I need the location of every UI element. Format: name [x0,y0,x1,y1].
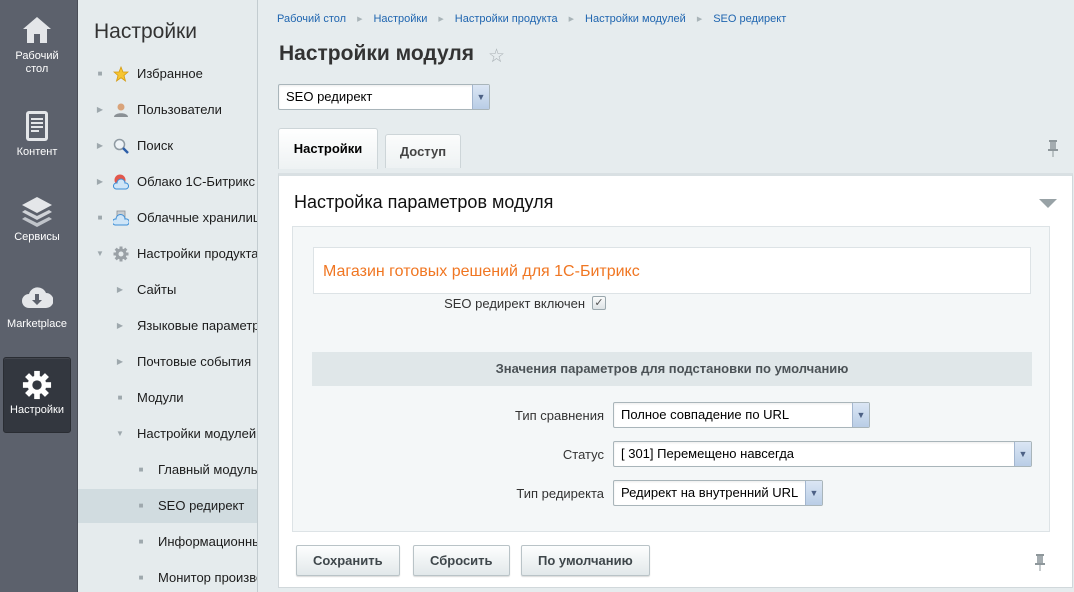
promo-box: Магазин готовых решений для 1С-Битрикс [313,247,1031,294]
panel-title: Настройка параметров модуля [294,192,554,212]
default-button[interactable]: По умолчанию [521,545,650,576]
breadcrumb-separator-icon: ▶ [568,16,575,23]
module-select[interactable]: SEO редирект ▼ [278,84,490,110]
marketplace-promo-link[interactable]: Магазин готовых решений для 1С-Битрикс [323,263,640,281]
reset-button[interactable]: Сбросить [413,545,510,576]
collapse-arrow-icon[interactable]: ▼ [95,237,105,271]
bullet-marker: ■ [138,573,144,582]
menu-desktop[interactable]: Рабочий стол [3,14,71,76]
page-title: Настройки модуля [279,42,475,65]
breadcrumb-current[interactable]: SEO редирект [713,13,786,25]
sidebar-item-mail-events[interactable]: ▶ Почтовые события [78,345,257,379]
pin-icon[interactable] [1033,553,1047,571]
sidebar-item-product-settings[interactable]: ▼ Настройки продукта [78,237,257,271]
sidebar-item-sites[interactable]: ▶ Сайты [78,273,257,307]
search-icon [113,138,129,154]
breadcrumb-link[interactable]: Рабочий стол [277,13,346,25]
sidebar-item-users[interactable]: ▶ Пользователи [78,93,257,127]
main-content: Рабочий стол ▶ Настройки ▶ Настройки продукт… [259,0,1074,592]
sidebar-item-infoblocks[interactable]: ■ Информационные блоки [78,525,257,559]
layers-icon [22,197,52,227]
compare-type-label: Тип сравнения [514,408,604,423]
breadcrumb-link[interactable]: Настройки продукта [455,13,558,25]
sidebar-item-perf-monitor[interactable]: ■ Монитор производительности [78,561,257,592]
save-button[interactable]: Сохранить [296,545,400,576]
menu-services[interactable]: Сервисы [3,195,71,244]
chevron-down-icon: ▼ [472,85,489,109]
breadcrumb-link[interactable]: Настройки модулей [585,13,686,25]
status-label: Статус [562,447,604,462]
bullet-marker: ■ [138,501,144,510]
bullet-marker: ■ [97,69,103,78]
bullet-marker: ■ [138,537,144,546]
collapse-arrow-icon[interactable]: ▼ [115,417,125,451]
bullet-marker: ■ [138,465,144,474]
gear-icon [113,246,129,262]
user-icon [114,103,128,117]
settings-sidebar: Настройки ■ Избранное ▶ Пользователи ▶ П… [78,0,258,592]
breadcrumb-separator-icon: ▶ [696,16,703,23]
gear-icon [22,370,52,400]
cloud-download-icon [22,287,53,308]
bullet-marker: ■ [117,393,123,402]
document-icon [26,111,48,141]
sidebar-item-modules[interactable]: ■ Модули [78,381,257,415]
settings-panel: Настройка параметров модуля Магазин гото… [278,173,1073,588]
sidebar-item-seo-redirect[interactable]: ■ SEO редирект [78,489,257,523]
tab-settings[interactable]: Настройки [278,128,378,169]
settings-form: Магазин готовых решений для 1С-Битрикс S… [292,226,1050,532]
breadcrumb-separator-icon: ▶ [357,16,363,23]
home-icon [23,17,51,43]
menu-content[interactable]: Контент [3,110,71,159]
sidebar-item-language-params[interactable]: ▶ Языковые параметры [78,309,257,343]
checkmark-icon: ✓ [594,297,604,309]
sidebar-item-main-module[interactable]: ■ Главный модуль [78,453,257,487]
expand-arrow-icon[interactable]: ▶ [115,273,125,307]
sidebar-item-cloud-storage[interactable]: ■ Облачные хранилища [78,201,257,235]
breadcrumb-link[interactable]: Настройки [373,13,427,25]
expand-arrow-icon[interactable]: ▶ [115,309,125,343]
chevron-down-icon: ▼ [805,481,822,505]
section-header: Значения параметров для подстановки по у… [312,352,1032,386]
sidebar-item-bitrix-cloud[interactable]: ▶ Облако 1С-Битрикс [78,165,257,199]
compare-type-select[interactable]: Полное совпадение по URL ▼ [613,402,870,428]
star-icon [113,66,129,82]
sidebar-item-module-settings[interactable]: ▼ Настройки модулей [78,417,257,451]
bitrix-cloud-icon [113,174,129,190]
main-menu-bar: Рабочий стол Контент Сервисы Marketplace… [0,0,78,592]
redirect-type-select[interactable]: Редирект на внутренний URL ▼ [613,480,823,506]
menu-marketplace[interactable]: Marketplace [3,282,71,331]
expand-arrow-icon[interactable]: ▶ [95,165,105,199]
tab-access[interactable]: Доступ [385,134,461,168]
favorite-star-icon[interactable]: ☆ [488,45,505,68]
chevron-down-icon: ▼ [852,403,869,427]
expand-arrow-icon[interactable]: ▶ [95,129,105,163]
expand-arrow-icon[interactable]: ▶ [115,345,125,379]
menu-settings[interactable]: Настройки [3,357,71,433]
cloud-storage-icon [113,210,129,226]
breadcrumb: Рабочий стол ▶ Настройки ▶ Настройки продукт… [277,13,786,25]
expand-arrow-icon[interactable]: ▶ [95,93,105,127]
seo-enabled-checkbox[interactable]: ✓ [592,296,606,310]
collapse-triangle-icon[interactable] [1039,199,1057,208]
sidebar-item-favorites[interactable]: ■ Избранное [78,57,257,91]
pin-icon[interactable] [1046,139,1060,157]
status-select[interactable]: [ 301] Перемещено навсегда ▼ [613,441,1032,467]
bullet-marker: ■ [97,213,103,222]
breadcrumb-separator-icon: ▶ [438,16,444,23]
chevron-down-icon: ▼ [1014,442,1031,466]
redirect-type-label: Тип редиректа [516,486,604,501]
seo-enabled-label: SEO редирект включен [444,296,585,311]
sidebar-title: Настройки [94,20,197,43]
sidebar-item-search[interactable]: ▶ Поиск [78,129,257,163]
